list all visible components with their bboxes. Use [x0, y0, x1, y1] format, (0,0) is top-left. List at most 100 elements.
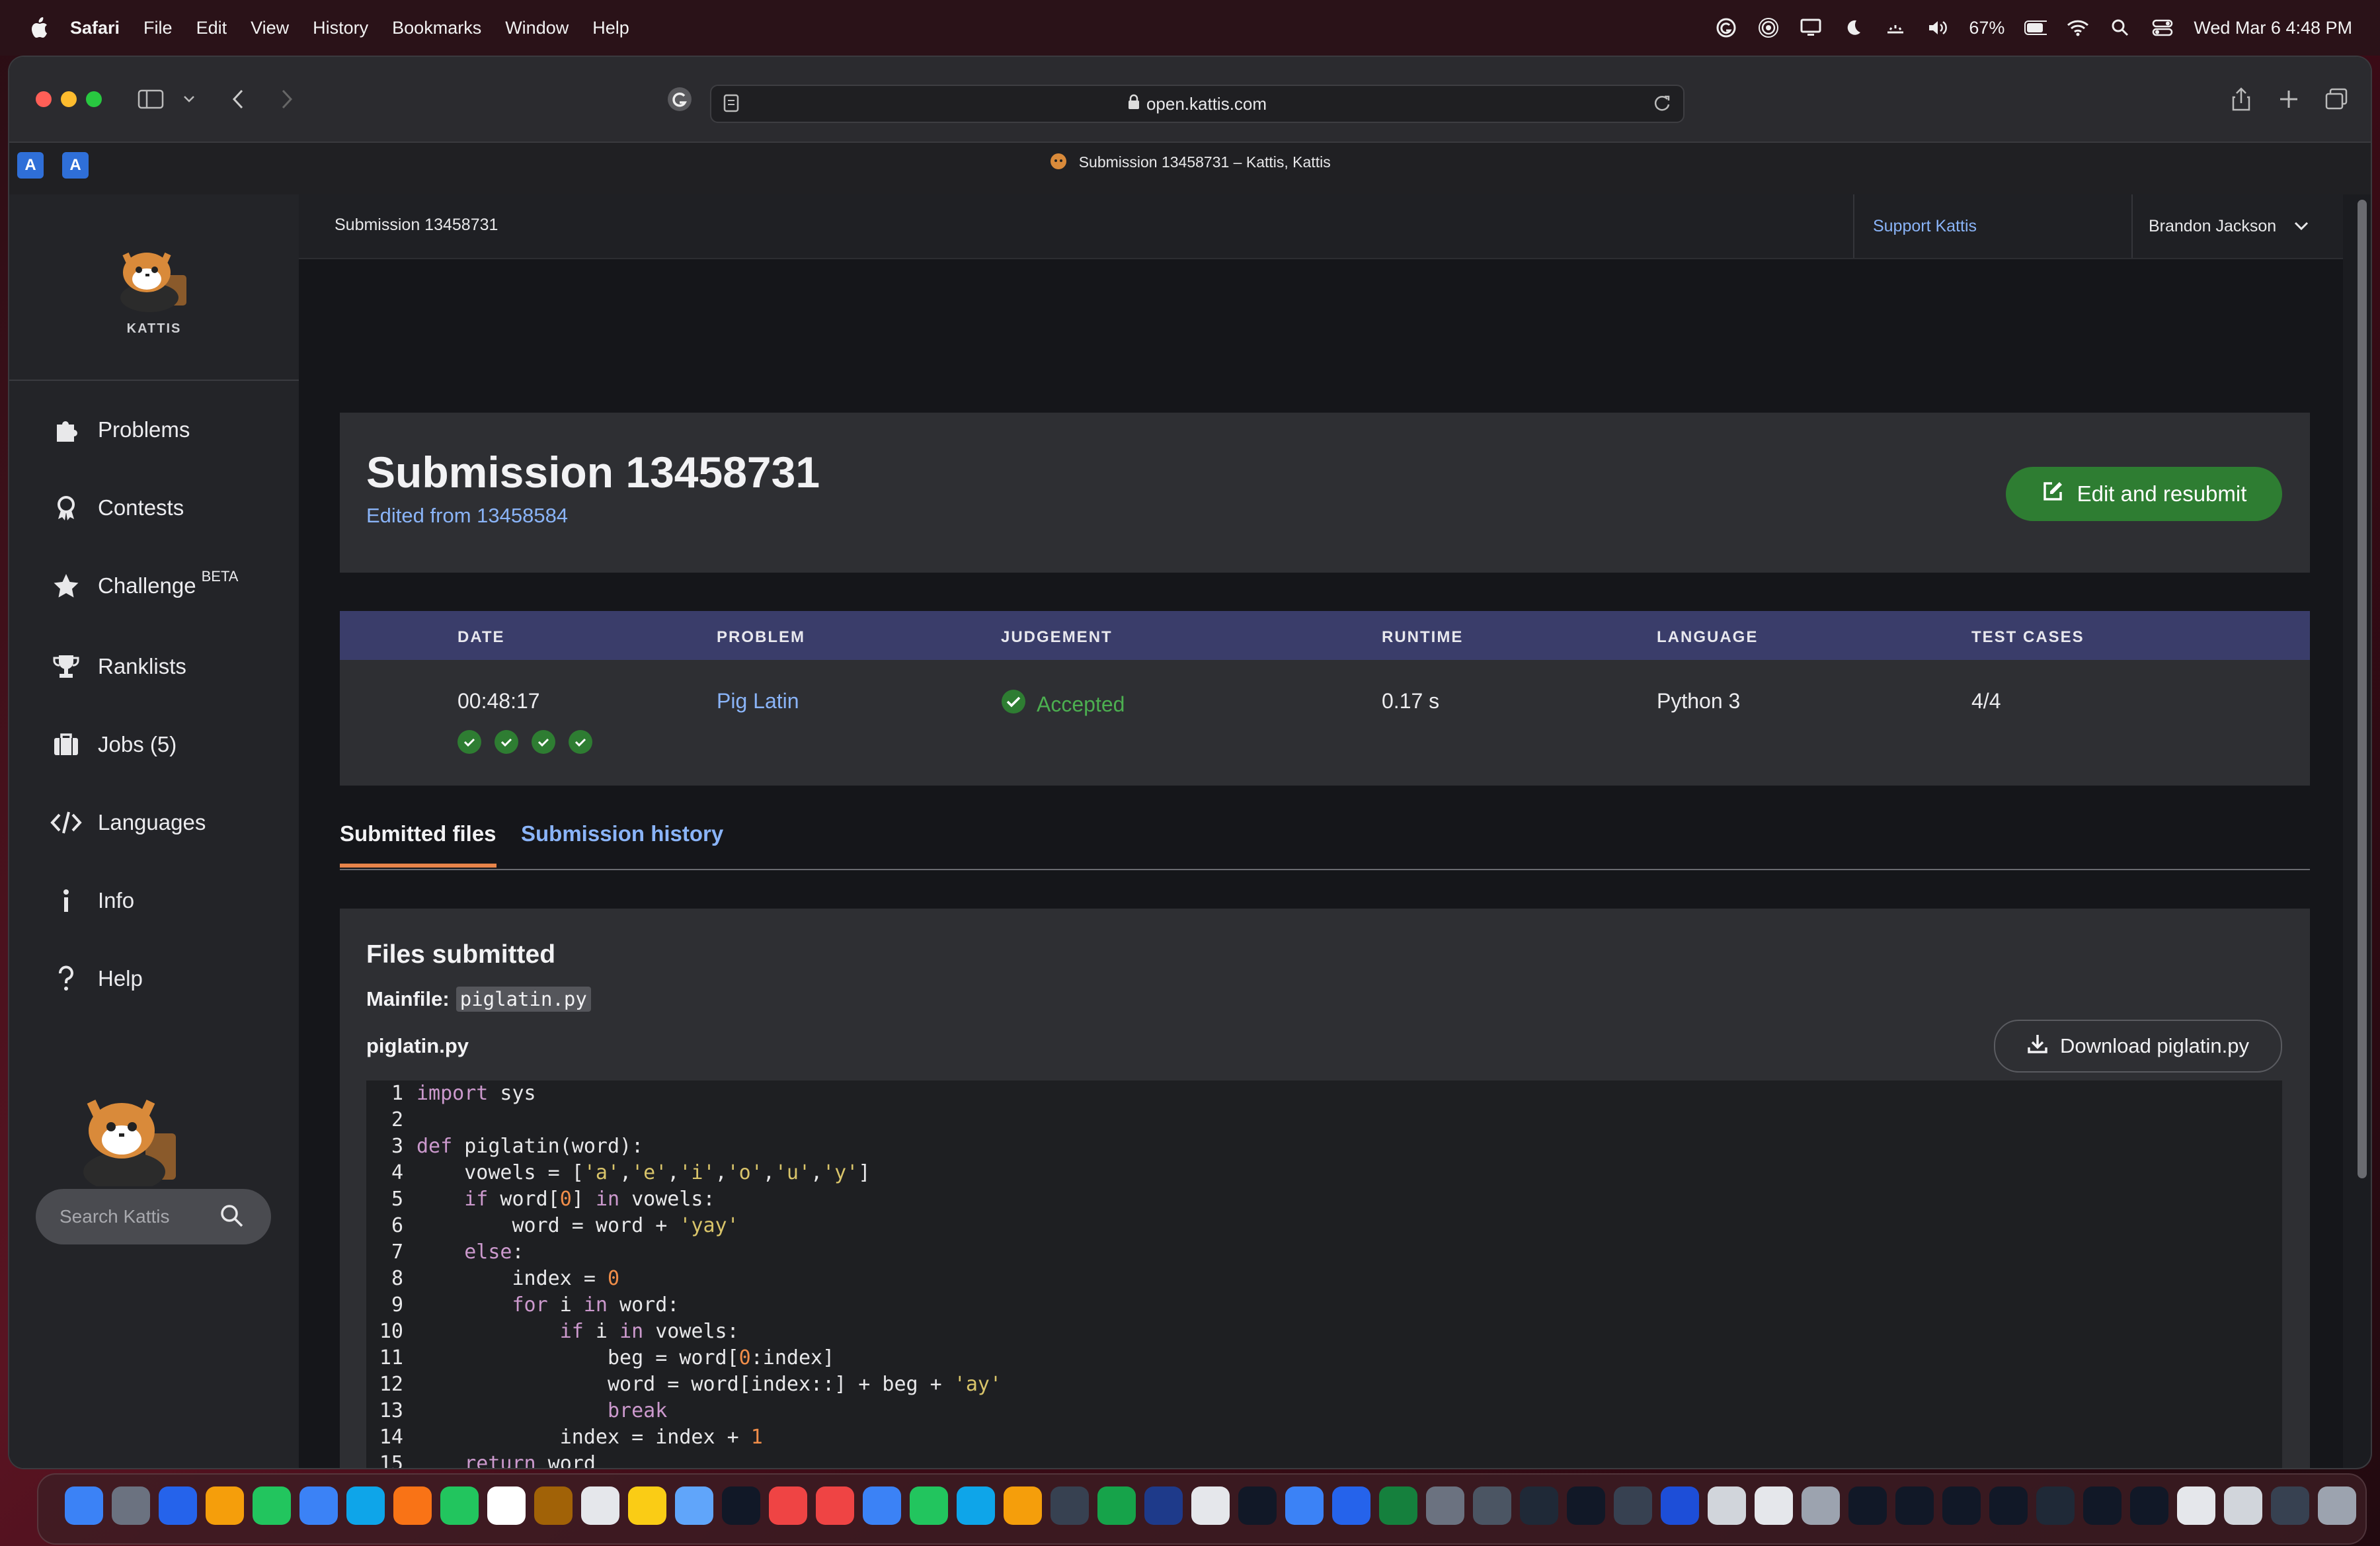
dock-app-icon[interactable] — [1191, 1486, 1230, 1525]
menu-edit[interactable]: Edit — [196, 18, 227, 38]
tab-submission-history[interactable]: Submission history — [521, 821, 723, 868]
dock-app-icon[interactable] — [2036, 1486, 2075, 1525]
tab-submitted-files[interactable]: Submitted files — [340, 821, 496, 868]
dock-app-icon[interactable] — [1848, 1486, 1887, 1525]
display-icon[interactable] — [1800, 17, 1822, 39]
menu-clock[interactable]: Wed Mar 6 4:48 PM — [2194, 18, 2352, 38]
dock-app-icon[interactable] — [1614, 1486, 1652, 1525]
focus-moon-icon[interactable] — [1842, 17, 1864, 39]
dock-app-icon[interactable] — [722, 1486, 760, 1525]
dock-app-icon[interactable] — [1802, 1486, 1840, 1525]
tab-overview-icon[interactable] — [2320, 83, 2352, 115]
dock-app-icon[interactable] — [299, 1486, 338, 1525]
dock-app-icon[interactable] — [1473, 1486, 1511, 1525]
back-button[interactable] — [222, 83, 254, 115]
dock-app-icon[interactable] — [65, 1486, 103, 1525]
edit-and-resubmit-button[interactable]: Edit and resubmit — [2006, 467, 2282, 521]
dock-app-icon[interactable] — [1426, 1486, 1464, 1525]
menu-app-name[interactable]: Safari — [70, 18, 120, 38]
dock-app-icon[interactable] — [393, 1486, 432, 1525]
address-bar[interactable]: open.kattis.com — [710, 85, 1685, 123]
menu-view[interactable]: View — [251, 18, 289, 38]
dock-app-icon[interactable] — [1144, 1486, 1183, 1525]
dock-app-icon[interactable] — [816, 1486, 854, 1525]
dock-app-icon[interactable] — [910, 1486, 948, 1525]
sidebar-item-jobs[interactable]: Jobs (5) — [50, 729, 177, 760]
edited-from-link[interactable]: Edited from 13458584 — [366, 504, 568, 528]
page-menu-icon[interactable] — [723, 94, 739, 117]
sidebar-item-help[interactable]: Help — [50, 963, 143, 995]
active-tab[interactable]: Submission 13458731 – Kattis, Kattis — [9, 152, 2371, 175]
dock-app-icon[interactable] — [346, 1486, 385, 1525]
menu-window[interactable]: Window — [505, 18, 569, 38]
volume-icon[interactable] — [1926, 17, 1949, 39]
dock-app-icon[interactable] — [863, 1486, 901, 1525]
dock-app-icon[interactable] — [159, 1486, 197, 1525]
dock-app-icon[interactable] — [1238, 1486, 1277, 1525]
dock-app-icon[interactable] — [769, 1486, 807, 1525]
dock-app-icon[interactable] — [1004, 1486, 1042, 1525]
dock-app-icon[interactable] — [1708, 1486, 1746, 1525]
chevron-down-icon[interactable] — [173, 83, 205, 115]
dock-app-icon[interactable] — [1755, 1486, 1793, 1525]
code-viewer[interactable]: 1 import sys 2 3 def piglatin(word): 4 vowels… — [366, 1080, 2282, 1468]
dock-app-icon[interactable] — [2318, 1486, 2356, 1525]
page-scrollbar[interactable] — [2358, 194, 2367, 1468]
download-button[interactable]: Download piglatin.py — [1994, 1020, 2282, 1073]
dock-app-icon[interactable] — [628, 1486, 666, 1525]
sidebar-item-languages[interactable]: Languages — [50, 807, 206, 838]
menu-file[interactable]: File — [143, 18, 173, 38]
dock-app-icon[interactable] — [675, 1486, 713, 1525]
menu-history[interactable]: History — [313, 18, 368, 38]
dock-app-icon[interactable] — [2271, 1486, 2309, 1525]
dock-app-icon[interactable] — [2224, 1486, 2262, 1525]
grammarly-extension-icon[interactable] — [664, 83, 695, 115]
battery-icon[interactable] — [2024, 17, 2047, 39]
sidebar-item-contests[interactable]: Contests — [50, 492, 184, 524]
forward-button[interactable] — [271, 83, 303, 115]
dock-app-icon[interactable] — [1942, 1486, 1981, 1525]
new-tab-icon[interactable] — [2273, 83, 2305, 115]
close-window-button[interactable] — [36, 91, 52, 107]
dock-app-icon[interactable] — [2083, 1486, 2122, 1525]
kattis-logo[interactable]: KATTIS — [9, 194, 299, 381]
sidebar-toggle-icon[interactable] — [135, 83, 167, 115]
dock-app-icon[interactable] — [206, 1486, 244, 1525]
search-icon[interactable] — [219, 1203, 245, 1233]
dock-app-icon[interactable] — [581, 1486, 619, 1525]
problem-link[interactable]: Pig Latin — [717, 689, 799, 713]
scrollbar-thumb[interactable] — [2358, 200, 2367, 1178]
search-input[interactable]: Search Kattis — [36, 1189, 271, 1244]
dock-app-icon[interactable] — [1895, 1486, 1934, 1525]
dock-app-icon[interactable] — [1051, 1486, 1089, 1525]
menu-bookmarks[interactable]: Bookmarks — [392, 18, 481, 38]
weather-icon[interactable] — [1884, 17, 1907, 39]
dock-app-icon[interactable] — [1379, 1486, 1417, 1525]
dock-app-icon[interactable] — [440, 1486, 479, 1525]
apple-icon[interactable] — [28, 15, 50, 40]
dock-app-icon[interactable] — [2177, 1486, 2215, 1525]
sidebar-item-info[interactable]: Info — [50, 885, 134, 916]
dock-app-icon[interactable] — [2130, 1486, 2168, 1525]
menu-help[interactable]: Help — [592, 18, 629, 38]
dock-app-icon[interactable] — [1520, 1486, 1558, 1525]
support-kattis-link[interactable]: Support Kattis — [1852, 194, 1995, 258]
sidebar-item-ranklists[interactable]: Ranklists — [50, 651, 186, 682]
share-icon[interactable] — [2225, 83, 2257, 115]
dock-app-icon[interactable] — [253, 1486, 291, 1525]
minimize-window-button[interactable] — [61, 91, 77, 107]
dock-app-icon[interactable] — [957, 1486, 995, 1525]
airdrop-icon[interactable] — [1757, 17, 1780, 39]
dock-app-icon[interactable] — [487, 1486, 526, 1525]
reload-icon[interactable] — [1653, 94, 1671, 117]
dock-app-icon[interactable] — [1332, 1486, 1370, 1525]
dock-app-icon[interactable] — [1097, 1486, 1136, 1525]
sidebar-item-problems[interactable]: Problems — [50, 414, 190, 446]
user-menu[interactable]: Brandon Jackson — [2131, 194, 2343, 258]
dock-app-icon[interactable] — [112, 1486, 150, 1525]
spotlight-search-icon[interactable] — [2109, 17, 2131, 39]
dock-app-icon[interactable] — [1567, 1486, 1605, 1525]
sidebar-item-challenge[interactable]: Challenge BETA — [50, 568, 238, 602]
wifi-icon[interactable] — [2067, 17, 2089, 39]
dock-app-icon[interactable] — [1285, 1486, 1324, 1525]
